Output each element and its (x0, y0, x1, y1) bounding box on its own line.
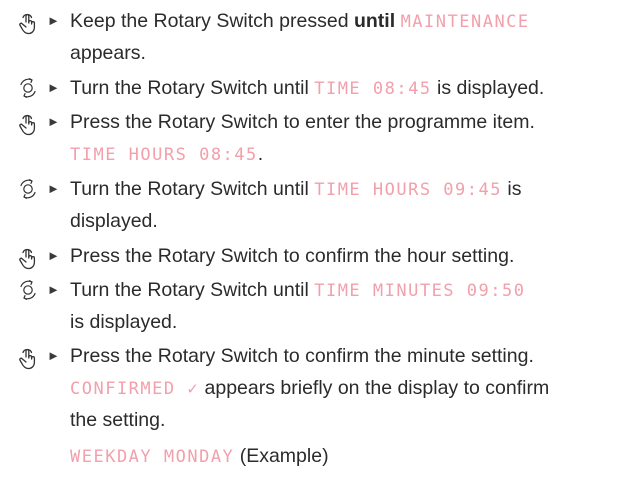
step-line: Turn the Rotary Switch until TIME 08:45 … (70, 75, 544, 102)
text-segment: Turn the Rotary Switch until (70, 178, 315, 200)
text-segment: Press the Rotary Switch to confirm the m… (70, 345, 534, 367)
text-segment: . (257, 143, 264, 165)
text-segment: is (501, 178, 522, 200)
text-segment: Press the Rotary Switch to confirm the h… (70, 245, 515, 267)
rotate-icon (18, 177, 38, 201)
text-segment: (Example) (234, 445, 329, 467)
text-segment: is displayed. (431, 77, 545, 99)
text-segment: the setting. (70, 409, 166, 431)
step-line: the setting. (70, 407, 165, 433)
step-line: Keep the Rotary Switch pressed until MAI… (70, 8, 530, 35)
step-line: is displayed. (70, 309, 177, 335)
text-segment: Turn the Rotary Switch until (70, 77, 315, 99)
text-segment: appears briefly on the display to confir… (199, 377, 550, 399)
display-text: TIME HOURS 08:45 (70, 145, 258, 165)
text-segment: Keep the Rotary Switch pressed (70, 10, 354, 32)
step-line: Press the Rotary Switch to confirm the m… (70, 343, 534, 369)
press-icon (18, 247, 38, 271)
bold-segment: until (353, 10, 396, 32)
press-icon (18, 12, 38, 36)
rotate-icon (18, 76, 38, 100)
bullet-arrow: ► (47, 80, 60, 95)
display-text: CONFIRMED ✓ (70, 379, 200, 399)
press-icon (18, 347, 38, 371)
bullet-arrow: ► (47, 13, 60, 28)
step-line: TIME HOURS 08:45. (70, 141, 263, 168)
display-text: TIME HOURS 09:45 (314, 180, 502, 200)
rotate-icon (18, 278, 38, 302)
step-line: Turn the Rotary Switch until TIME MINUTE… (70, 277, 525, 304)
bullet-arrow: ► (47, 181, 60, 196)
step-line: CONFIRMED ✓ appears briefly on the displ… (70, 375, 549, 402)
step-line: Press the Rotary Switch to enter the pro… (70, 109, 535, 135)
bullet-arrow: ► (47, 248, 60, 263)
text-segment: is displayed. (70, 311, 178, 333)
bullet-arrow: ► (47, 282, 60, 297)
display-text: WEEKDAY MONDAY (70, 447, 235, 467)
step-line: Turn the Rotary Switch until TIME HOURS … (70, 176, 521, 203)
step-line: Press the Rotary Switch to confirm the h… (70, 243, 514, 269)
step-line: displayed. (70, 208, 158, 234)
text-segment: Turn the Rotary Switch until (70, 279, 315, 301)
text-segment: displayed. (70, 210, 158, 232)
bullet-arrow: ► (47, 114, 60, 129)
step-line: WEEKDAY MONDAY (Example) (70, 443, 329, 470)
text-segment: appears. (70, 42, 146, 64)
press-icon (18, 113, 38, 137)
step-line: appears. (70, 40, 146, 66)
bullet-arrow: ► (47, 348, 60, 363)
display-text: MAINTENANCE (400, 12, 530, 32)
display-text: TIME MINUTES 09:50 (314, 281, 526, 301)
display-text: TIME 08:45 (314, 79, 432, 99)
instruction-page: ► Keep the Rotary Switch pressed until M… (0, 0, 628, 482)
text-segment: Press the Rotary Switch to enter the pro… (70, 111, 535, 133)
